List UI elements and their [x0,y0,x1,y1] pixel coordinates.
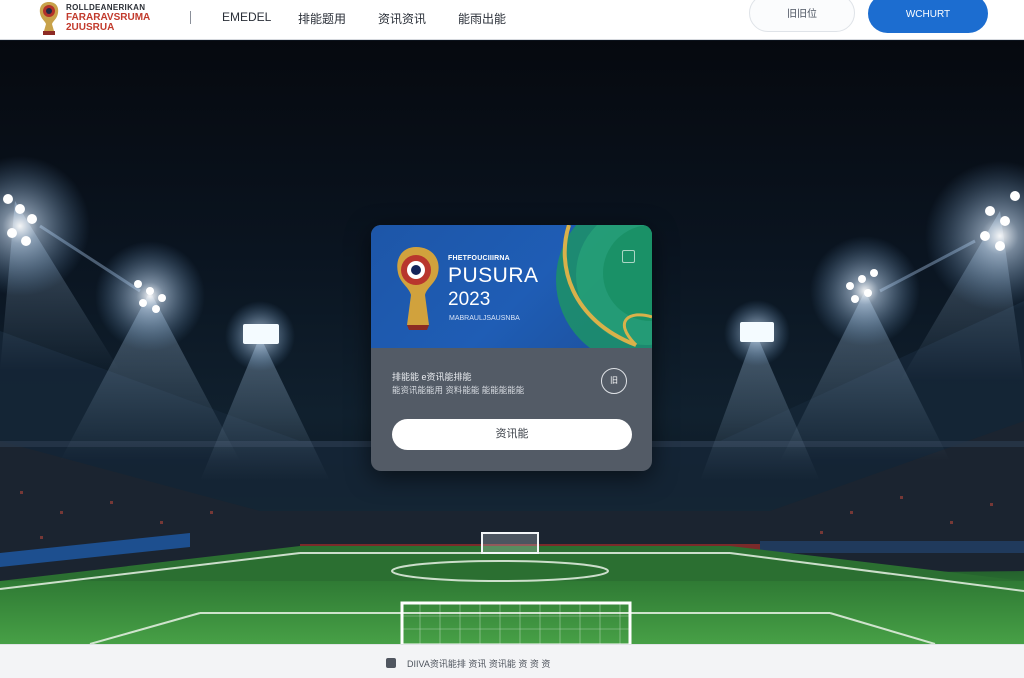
footer-text: DIIVA资讯能排 资讯 资讯能 资 资 资 [407,659,551,669]
card-circle-button[interactable]: 旧 [601,368,627,394]
trophy-icon [39,2,59,35]
card-info-detail: 能资讯能能用 资料能能 能能能能能 [392,385,525,395]
trophy-emblem-icon [397,247,439,330]
card-action-button[interactable]: 资讯能 [392,419,632,450]
banner-year: 2023 [448,289,491,310]
banner-title: PUSURA [448,264,539,287]
card-info-title: 排能能 e资讯能排能 [392,372,472,382]
logo-line-3: 2UUSRUA [66,22,115,33]
nav-item-3[interactable]: 资讯资讯 [378,10,426,27]
secondary-button[interactable]: 旧旧位 [749,0,855,32]
event-banner: FHETFOUCIIIRNA PUSURA 2023 MABRAULJSAUSN… [371,225,652,348]
footer: DIIVA资讯能排 资讯 资讯能 资 资 资 [0,644,1024,678]
copyright-icon [386,658,396,668]
banner-small-text: FHETFOUCIIIRNA [448,255,510,262]
primary-button[interactable]: WCHURT [868,0,988,33]
logo-line-1: ROLLDEANERIKAN [66,3,146,12]
event-card: FHETFOUCIIIRNA PUSURA 2023 MABRAULJSAUSN… [371,225,652,471]
nav-item-1[interactable]: EMEDEL [222,10,271,24]
nav-item-2[interactable]: 排能题用 [298,10,346,27]
world-cup-logo[interactable]: ROLLDEANERIKAN FARARAVSRUMA 2UUSRUA [36,0,206,38]
nav-divider [190,11,191,24]
banner-corner-icon [622,250,635,263]
banner-subtitle: MABRAULJSAUSNBA [449,315,520,322]
top-navigation-bar: ROLLDEANERIKAN FARARAVSRUMA 2UUSRUA EMED… [0,0,1024,40]
nav-item-4[interactable]: 能雨出能 [458,10,506,27]
